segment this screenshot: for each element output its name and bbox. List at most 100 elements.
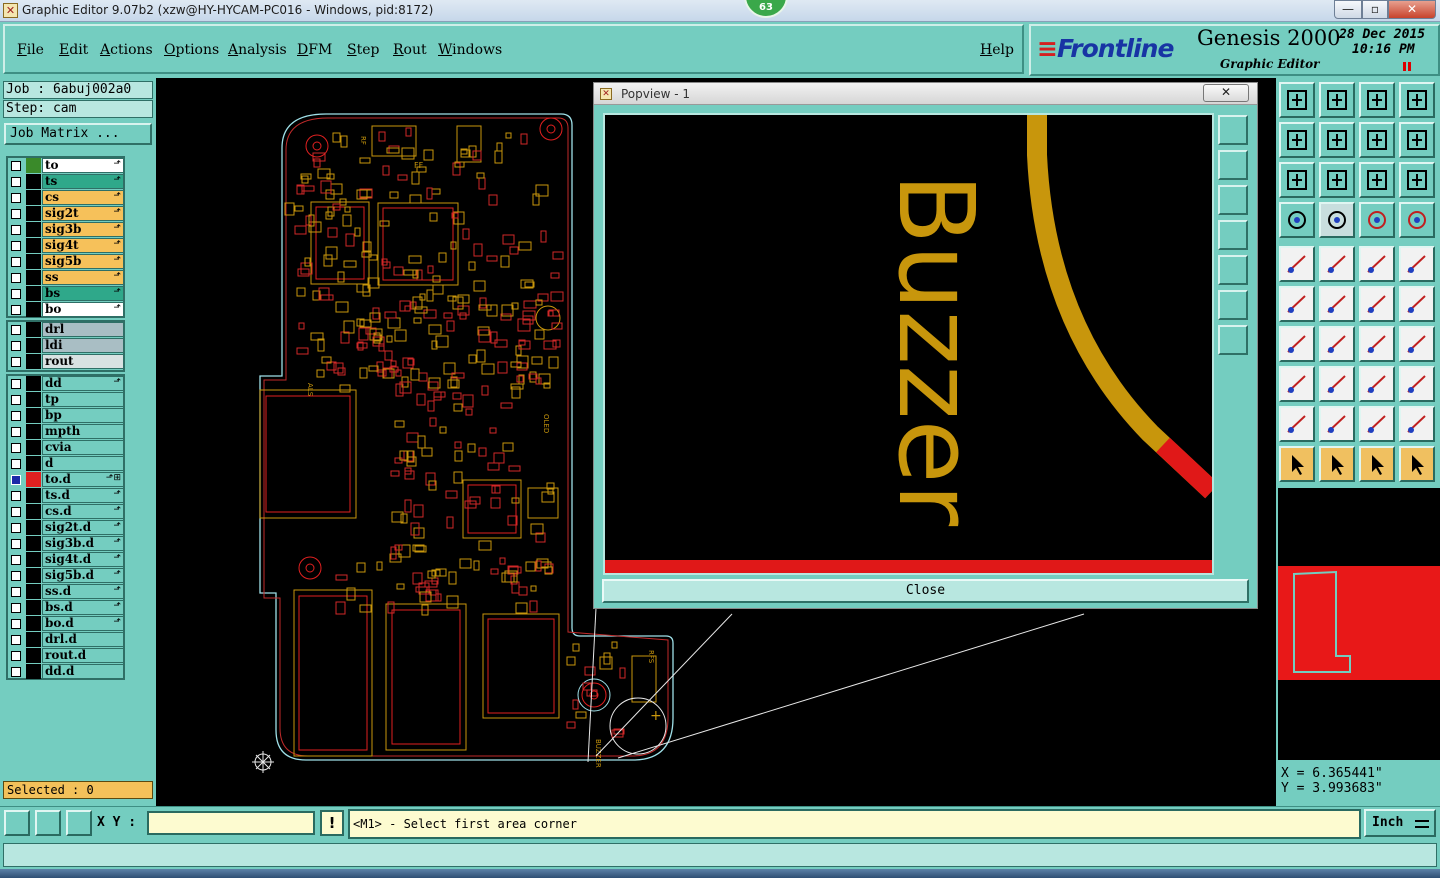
layer-name[interactable]: sig2t.d: [42, 520, 124, 535]
layer-name[interactable]: ts.d: [42, 488, 124, 503]
close-window-button[interactable]: ✕: [1388, 0, 1436, 19]
select-arrow-icon[interactable]: [1279, 446, 1315, 482]
add-triangle-icon[interactable]: [1279, 406, 1315, 442]
layer-checkbox[interactable]: [11, 209, 21, 219]
layer-name[interactable]: cs.d: [42, 504, 124, 519]
grid-toggle-icon[interactable]: [1319, 202, 1355, 238]
layer-color-swatch[interactable]: [26, 174, 41, 189]
measure-tool-icon[interactable]: [1279, 202, 1315, 238]
grid-icon[interactable]: [66, 810, 92, 836]
layer-color-swatch[interactable]: [26, 190, 41, 205]
layer-row[interactable]: sig4t.d ⬏: [8, 552, 124, 568]
layer-name[interactable]: bs: [42, 286, 124, 301]
warning-button[interactable]: !: [320, 810, 344, 836]
xy-input[interactable]: [147, 811, 315, 835]
add-line-icon[interactable]: [1319, 246, 1355, 282]
layer-checkbox[interactable]: [11, 305, 21, 315]
layer-row[interactable]: bo.d ⬏: [8, 616, 124, 632]
menu-analysis[interactable]: Analysis: [228, 42, 287, 58]
layer-name[interactable]: bo: [42, 302, 124, 317]
layer-name[interactable]: cvia: [42, 440, 124, 455]
add-angle-line-icon[interactable]: [1279, 326, 1315, 362]
select-circle-icon[interactable]: [1359, 446, 1395, 482]
menu-edit[interactable]: Edit: [59, 42, 88, 58]
layer-row[interactable]: tp: [8, 392, 124, 408]
layer-checkbox[interactable]: [11, 603, 21, 613]
split-line-icon[interactable]: [1399, 326, 1435, 362]
layer-name[interactable]: ss.d: [42, 584, 124, 599]
maximize-button[interactable]: ▫: [1362, 0, 1388, 19]
add-pad-icon[interactable]: [1279, 246, 1315, 282]
layer-color-swatch[interactable]: [26, 584, 41, 599]
window-split-icon[interactable]: [1399, 82, 1435, 118]
layer-color-swatch[interactable]: [26, 302, 41, 317]
edit-arc-red-icon[interactable]: [1399, 286, 1435, 322]
layer-row[interactable]: ldi: [8, 338, 124, 354]
layer-checkbox[interactable]: [11, 619, 21, 629]
layer-color-swatch[interactable]: [26, 158, 41, 173]
menu-options[interactable]: Options: [164, 42, 219, 58]
layer-checkbox[interactable]: [11, 491, 21, 501]
layer-color-swatch[interactable]: [26, 504, 41, 519]
layer-name[interactable]: rout.d: [42, 648, 124, 663]
popview-zoom-in-icon[interactable]: [1218, 290, 1248, 320]
layer-row[interactable]: rout: [8, 354, 124, 370]
layer-color-swatch[interactable]: [26, 456, 41, 471]
layer-color-swatch[interactable]: [26, 338, 41, 353]
layer-color-swatch[interactable]: [26, 392, 41, 407]
layer-name[interactable]: d: [42, 456, 124, 471]
layer-color-swatch[interactable]: [26, 664, 41, 679]
layer-name[interactable]: bp: [42, 408, 124, 423]
layer-row[interactable]: rout.d: [8, 648, 124, 664]
add-segment-icon[interactable]: [1319, 326, 1355, 362]
layer-checkbox[interactable]: [11, 427, 21, 437]
layer-row[interactable]: ss ⬏: [8, 270, 124, 286]
layer-color-swatch[interactable]: [26, 488, 41, 503]
pan-right-icon[interactable]: [1319, 122, 1355, 158]
layer-checkbox[interactable]: [11, 635, 21, 645]
layer-name[interactable]: rout: [42, 354, 124, 369]
popview-fit-icon[interactable]: [1218, 115, 1248, 145]
unit-select[interactable]: Inch: [1364, 809, 1436, 837]
layer-row[interactable]: cs ⬏: [8, 190, 124, 206]
layer-checkbox[interactable]: [11, 273, 21, 283]
layer-row[interactable]: bp: [8, 408, 124, 424]
layer-checkbox[interactable]: [11, 587, 21, 597]
layer-row[interactable]: sig3b ⬏: [8, 222, 124, 238]
layer-row[interactable]: bs.d ⬏: [8, 600, 124, 616]
layer-row[interactable]: cvia: [8, 440, 124, 456]
layer-checkbox[interactable]: [11, 443, 21, 453]
layer-name[interactable]: dd: [42, 376, 124, 391]
layer-checkbox[interactable]: [11, 555, 21, 565]
pause-icon[interactable]: [1403, 62, 1411, 71]
layer-checkbox[interactable]: [11, 341, 21, 351]
menu-dfm[interactable]: DFM: [297, 42, 332, 58]
edit-arc-icon[interactable]: [1359, 286, 1395, 322]
layer-row[interactable]: d: [8, 456, 124, 472]
layer-color-swatch[interactable]: [26, 568, 41, 583]
pan-down-icon[interactable]: [1319, 82, 1355, 118]
job-matrix-button[interactable]: Job Matrix ...: [4, 123, 152, 145]
layer-color-swatch[interactable]: [26, 354, 41, 369]
layer-name[interactable]: sig5b: [42, 254, 124, 269]
layer-row[interactable]: sig2t ⬏: [8, 206, 124, 222]
layer-name[interactable]: sig4t.d: [42, 552, 124, 567]
home-icon[interactable]: [1359, 82, 1395, 118]
measure-icon[interactable]: [35, 810, 61, 836]
layer-row[interactable]: drl.d: [8, 632, 124, 648]
layer-checkbox[interactable]: [11, 241, 21, 251]
layer-name[interactable]: drl: [42, 322, 124, 337]
layer-checkbox[interactable]: [11, 507, 21, 517]
layer-row[interactable]: sig5b ⬏: [8, 254, 124, 270]
layer-name[interactable]: tp: [42, 392, 124, 407]
minimize-button[interactable]: —: [1334, 0, 1362, 19]
layer-color-swatch[interactable]: [26, 322, 41, 337]
layer-name[interactable]: mpth: [42, 424, 124, 439]
layer-color-swatch[interactable]: [26, 238, 41, 253]
menu-actions[interactable]: Actions: [100, 42, 153, 58]
layer-color-swatch[interactable]: [26, 254, 41, 269]
layer-row[interactable]: sig5b.d ⬏: [8, 568, 124, 584]
layer-row[interactable]: sig4t ⬏: [8, 238, 124, 254]
layer-checkbox[interactable]: [11, 523, 21, 533]
layer-checkbox[interactable]: [11, 325, 21, 335]
